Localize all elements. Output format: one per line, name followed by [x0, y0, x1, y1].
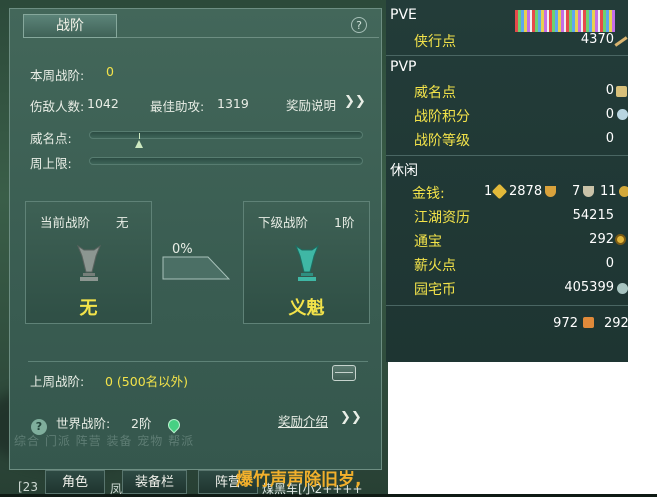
- current-rank-name: 无: [79, 298, 98, 319]
- leisure-item-name: 通宝: [414, 234, 442, 250]
- money-label: 金钱:: [412, 186, 445, 202]
- fame-marker-line: [139, 133, 140, 139]
- weekly-rank-label: 本周战阶:: [30, 68, 85, 83]
- money-copper-value: 7: [572, 184, 581, 199]
- leisure-item-name: 薪火点: [414, 258, 456, 274]
- reward-desc-chevron-icon[interactable]: ❯❯: [344, 94, 366, 109]
- currency-panel: PVE 侠行点 4370 PVP 威名点 0 战阶积分 0 战阶等级 0 休闲 …: [386, 0, 628, 362]
- location-pin-icon[interactable]: [165, 416, 183, 434]
- gold-ingot-icon: [491, 183, 508, 200]
- trophy-jade-icon: [294, 244, 319, 281]
- house-coin-icon: [617, 283, 628, 294]
- kills-label: 伤敌人数:: [30, 99, 85, 114]
- pvp-header: PVP: [390, 59, 417, 75]
- leisure-item-name: 园宅币: [414, 282, 456, 298]
- trophy-gray-icon: [76, 244, 101, 281]
- fame-label: 威名点:: [30, 131, 72, 146]
- money-gold-value: 1: [484, 184, 493, 199]
- crystal-icon: [617, 109, 628, 120]
- pvp-item-name: 战阶等级: [414, 133, 470, 149]
- gem-icon: [616, 86, 627, 97]
- title-divider: [117, 37, 379, 38]
- screen-edge-blank: [388, 362, 657, 494]
- leisure-item-value: 54215: [572, 208, 614, 223]
- world-rank-value: 2阶: [131, 416, 152, 431]
- pve-item-name: 侠行点: [414, 34, 456, 50]
- section-divider: [386, 55, 628, 56]
- divider: [28, 361, 368, 362]
- tongbao-coin-icon: [615, 234, 626, 245]
- next-rank-name: 义魁: [288, 298, 325, 319]
- current-rank-value: 无: [116, 215, 129, 230]
- last-week-value: 0 (500名以外): [105, 374, 189, 389]
- week-cap-label: 周上限:: [30, 156, 72, 171]
- reward-chest-icon[interactable]: [332, 365, 356, 381]
- progress-percent: 0%: [172, 242, 193, 257]
- silver-ingot-icon: [545, 186, 556, 197]
- brush-icon: [614, 36, 628, 47]
- screen-edge-blank: [628, 0, 657, 362]
- next-rank-card: 下级战阶 1阶 义魁: [243, 201, 370, 324]
- next-rank-label: 下级战阶: [258, 215, 309, 230]
- money-silver-value: 2878: [509, 184, 543, 199]
- next-rank-value: 1阶: [334, 215, 355, 230]
- pve-header: PVE: [390, 7, 417, 23]
- footer-left-value: 972: [553, 316, 578, 331]
- section-divider: [386, 155, 628, 156]
- hidden-tab-row: 综合 门派 阵营 装备 宠物 帮派: [14, 434, 195, 448]
- help-icon[interactable]: ?: [351, 17, 367, 33]
- progress-arrow-icon: [162, 256, 230, 280]
- footer-boot-icon: [583, 317, 594, 328]
- fame-marker-icon: [135, 140, 143, 148]
- leisure-item-value: 405399: [564, 280, 614, 295]
- section-divider: [386, 305, 628, 306]
- chat-text-mid: 凤: [110, 482, 123, 496]
- leisure-item-name: 江湖资历: [414, 210, 470, 226]
- pvp-item-name: 战阶积分: [414, 109, 470, 125]
- chat-text-left: [23: [18, 480, 38, 494]
- reward-intro-chevron-icon[interactable]: ❯❯: [340, 410, 362, 425]
- leisure-item-value: 0: [605, 256, 614, 271]
- battle-rank-panel: 战阶 ? 本周战阶: 0 伤敌人数: 1042 最佳助攻: 1319 奖励说明 …: [9, 8, 382, 470]
- leisure-item-value: 292: [589, 232, 614, 247]
- tab-character[interactable]: 角色: [45, 470, 105, 494]
- reward-desc-link[interactable]: 奖励说明: [286, 95, 336, 114]
- reward-intro-link[interactable]: 奖励介绍: [278, 411, 328, 430]
- current-rank-label: 当前战阶: [40, 215, 91, 230]
- greeting-banner: 爆竹声声除旧岁,: [236, 470, 362, 490]
- last-week-label: 上周战阶:: [30, 374, 85, 389]
- fame-progress-track: [89, 131, 363, 139]
- current-rank-card: 当前战阶 无 无: [25, 201, 152, 324]
- week-cap-progress-track: [89, 157, 363, 165]
- footer-right-value: 292: [604, 316, 628, 331]
- best-assist-label: 最佳助攻:: [150, 99, 205, 114]
- pvp-item-value: 0: [605, 107, 614, 122]
- pvp-item-value: 0: [605, 131, 614, 146]
- pvp-item-value: 0: [605, 83, 614, 98]
- tab-equipment[interactable]: 装备栏: [122, 470, 187, 494]
- world-rank-label: 世界战阶:: [56, 416, 111, 431]
- pve-item-value: 4370: [580, 32, 614, 47]
- coin-icon: [619, 186, 628, 197]
- kills-value: 1042: [87, 96, 119, 111]
- weekly-rank-value: 0: [106, 64, 114, 79]
- pve-color-bar: [515, 10, 615, 32]
- leisure-header: 休闲: [390, 163, 418, 179]
- pvp-item-name: 威名点: [414, 85, 456, 101]
- best-assist-value: 1319: [217, 96, 249, 111]
- panel-title-tab[interactable]: 战阶: [23, 14, 117, 38]
- money-extra-value: 11: [600, 184, 617, 199]
- copper-ingot-icon: [583, 186, 594, 197]
